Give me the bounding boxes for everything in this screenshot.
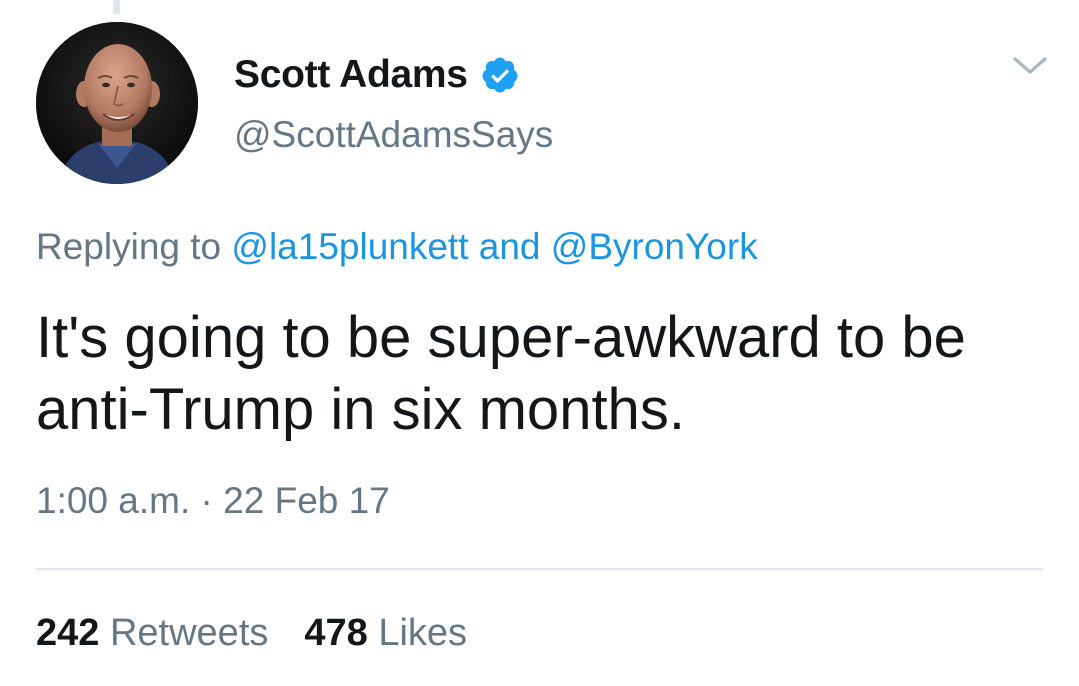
tweet-stats: 242 Retweets 478 Likes (36, 612, 467, 655)
timestamp-separator: · (200, 480, 213, 521)
replying-to-prefix: Replying to (36, 226, 222, 267)
mention-link-la15plunkett[interactable]: @la15plunkett (231, 226, 468, 267)
stats-divider (36, 568, 1043, 570)
retweets-stat[interactable]: 242 Retweets (36, 612, 268, 654)
verified-badge-icon (480, 55, 520, 95)
thread-connector-line (113, 0, 120, 14)
author-name-row: Scott Adams (234, 52, 520, 98)
retweets-count: 242 (36, 612, 100, 654)
tweet-menu-button[interactable] (1012, 54, 1048, 78)
chevron-down-icon (1013, 57, 1047, 74)
tweet-text: It's going to be super-awkward to be ant… (36, 305, 966, 442)
tweet-date: 22 Feb 17 (223, 480, 390, 521)
retweets-label: Retweets (109, 612, 269, 654)
tweet-time: 1:00 a.m. (36, 480, 191, 521)
likes-stat[interactable]: 478 Likes (304, 612, 467, 654)
avatar[interactable] (36, 22, 198, 184)
replying-to-line: Replying to @la15plunkett and @ByronYork (36, 226, 758, 268)
avatar-image (36, 22, 198, 184)
mention-link-byronyork[interactable]: @ByronYork (551, 226, 758, 267)
replying-conjunction: and (478, 226, 541, 267)
likes-count: 478 (304, 612, 368, 654)
author-display-name[interactable]: Scott Adams (234, 53, 468, 97)
likes-label: Likes (378, 612, 468, 654)
tweet-timestamp[interactable]: 1:00 a.m. · 22 Feb 17 (36, 480, 390, 522)
author-handle[interactable]: @ScottAdamsSays (234, 114, 553, 156)
